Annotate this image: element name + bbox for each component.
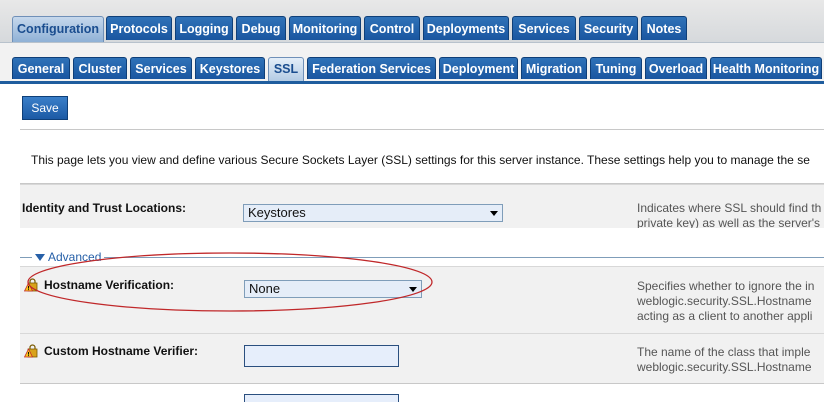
tab-debug[interactable]: Debug: [236, 16, 286, 40]
advanced-label: Advanced: [48, 250, 102, 264]
subtab-general[interactable]: General: [12, 57, 70, 79]
identity-desc-line1: Indicates where SSL should find th: [637, 201, 822, 215]
sub-tab-bar: General Cluster Services Keystores SSL F…: [0, 43, 824, 84]
save-button[interactable]: Save: [22, 96, 68, 120]
custom-verifier-input[interactable]: [244, 345, 399, 367]
subtab-overload[interactable]: Overload: [645, 57, 707, 79]
dropdown-arrow-icon: [409, 287, 417, 292]
subtab-deployment[interactable]: Deployment: [439, 57, 518, 79]
custom-verifier-desc-line1: The name of the class that imple: [637, 345, 811, 359]
custom-verifier-label: Custom Hostname Verifier:: [44, 344, 199, 358]
subtab-health-monitoring[interactable]: Health Monitoring: [710, 57, 822, 79]
tab-notes[interactable]: Notes: [641, 16, 687, 40]
subtab-tuning[interactable]: Tuning: [590, 57, 642, 79]
tab-logging[interactable]: Logging: [175, 16, 233, 40]
tab-services[interactable]: Services: [512, 16, 576, 40]
identity-select[interactable]: Keystores: [243, 204, 503, 222]
warning-lock-icon: [24, 344, 38, 358]
tab-security[interactable]: Security: [579, 16, 638, 40]
page-description: This page lets you view and define vario…: [31, 153, 810, 167]
triangle-down-icon: [35, 254, 45, 262]
subtab-services[interactable]: Services: [130, 57, 192, 79]
hostname-verification-select[interactable]: None: [244, 280, 422, 298]
subtab-ssl[interactable]: SSL: [268, 57, 304, 81]
hostname-desc-line2: weblogic.security.SSL.Hostname: [637, 294, 812, 308]
divider: [20, 129, 824, 130]
custom-verifier-desc-line2: weblogic.security.SSL.Hostname: [637, 360, 812, 374]
next-field-input[interactable]: [244, 394, 399, 402]
hostname-desc-line1: Specifies whether to ignore the in: [637, 279, 815, 293]
subtab-cluster[interactable]: Cluster: [73, 57, 127, 79]
advanced-rule-right: [104, 257, 824, 258]
tab-protocols[interactable]: Protocols: [106, 16, 172, 40]
hostname-verification-value: None: [249, 281, 281, 296]
divider: [20, 383, 824, 384]
dropdown-arrow-icon: [490, 211, 498, 216]
tab-configuration[interactable]: Configuration: [12, 16, 104, 42]
advanced-rule-left: [20, 257, 32, 258]
warning-lock-icon: [24, 278, 38, 292]
subtab-federation-services[interactable]: Federation Services: [307, 57, 436, 79]
subtab-keystores[interactable]: Keystores: [195, 57, 265, 79]
separator-band: [0, 228, 824, 246]
top-tab-bar: Configuration Protocols Logging Debug Mo…: [0, 0, 824, 43]
advanced-toggle[interactable]: Advanced: [35, 250, 101, 264]
tab-control[interactable]: Control: [364, 16, 420, 40]
hostname-desc-line3: acting as a client to another appli: [637, 309, 813, 323]
tab-monitoring[interactable]: Monitoring: [289, 16, 361, 40]
subtab-migration[interactable]: Migration: [521, 57, 587, 79]
hostname-verification-label: Hostname Verification:: [44, 278, 175, 292]
identity-select-value: Keystores: [248, 205, 306, 220]
identity-label: Identity and Trust Locations:: [22, 201, 187, 215]
tab-deployments[interactable]: Deployments: [423, 16, 509, 40]
